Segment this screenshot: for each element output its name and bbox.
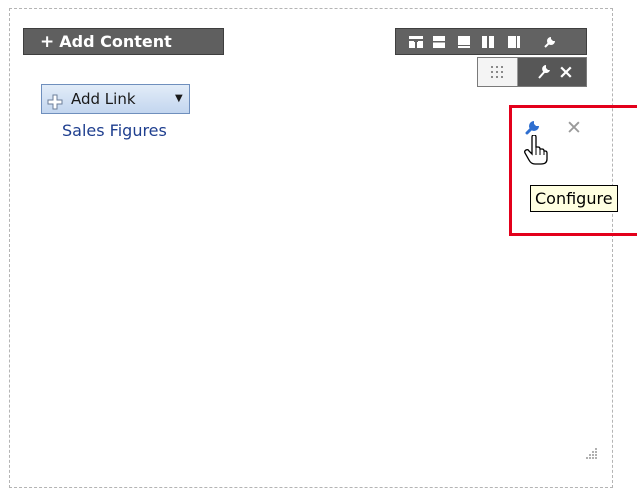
one-row-icon[interactable] bbox=[429, 29, 449, 54]
add-content-label: Add Content bbox=[59, 32, 172, 51]
plus-icon: + bbox=[40, 32, 55, 52]
wrench-icon[interactable] bbox=[536, 29, 564, 54]
column-split-icon[interactable] bbox=[504, 29, 524, 54]
resize-grip-icon[interactable] bbox=[584, 446, 598, 465]
delete-icon[interactable]: ✕ bbox=[566, 117, 582, 139]
layout-toolbar bbox=[395, 28, 587, 55]
drag-handle-icon[interactable] bbox=[478, 58, 518, 86]
two-rows-icon[interactable] bbox=[454, 29, 474, 54]
two-columns-icon[interactable] bbox=[478, 29, 498, 54]
region-wrench-icon[interactable] bbox=[536, 62, 552, 84]
add-link-button[interactable]: Add Link ▼ bbox=[41, 84, 190, 114]
sales-figures-link[interactable]: Sales Figures bbox=[62, 121, 167, 140]
region-close-icon[interactable]: × bbox=[558, 58, 574, 86]
chevron-down-icon: ▼ bbox=[175, 93, 183, 104]
add-link-plus-icon bbox=[47, 91, 63, 119]
header-layout-icon[interactable] bbox=[406, 29, 426, 54]
configure-tooltip: Configure bbox=[530, 185, 618, 212]
add-link-label: Add Link bbox=[71, 90, 136, 108]
region-toolbar: × bbox=[477, 57, 587, 87]
hand-cursor-icon bbox=[524, 134, 548, 169]
add-content-button[interactable]: + Add Content bbox=[23, 28, 224, 55]
